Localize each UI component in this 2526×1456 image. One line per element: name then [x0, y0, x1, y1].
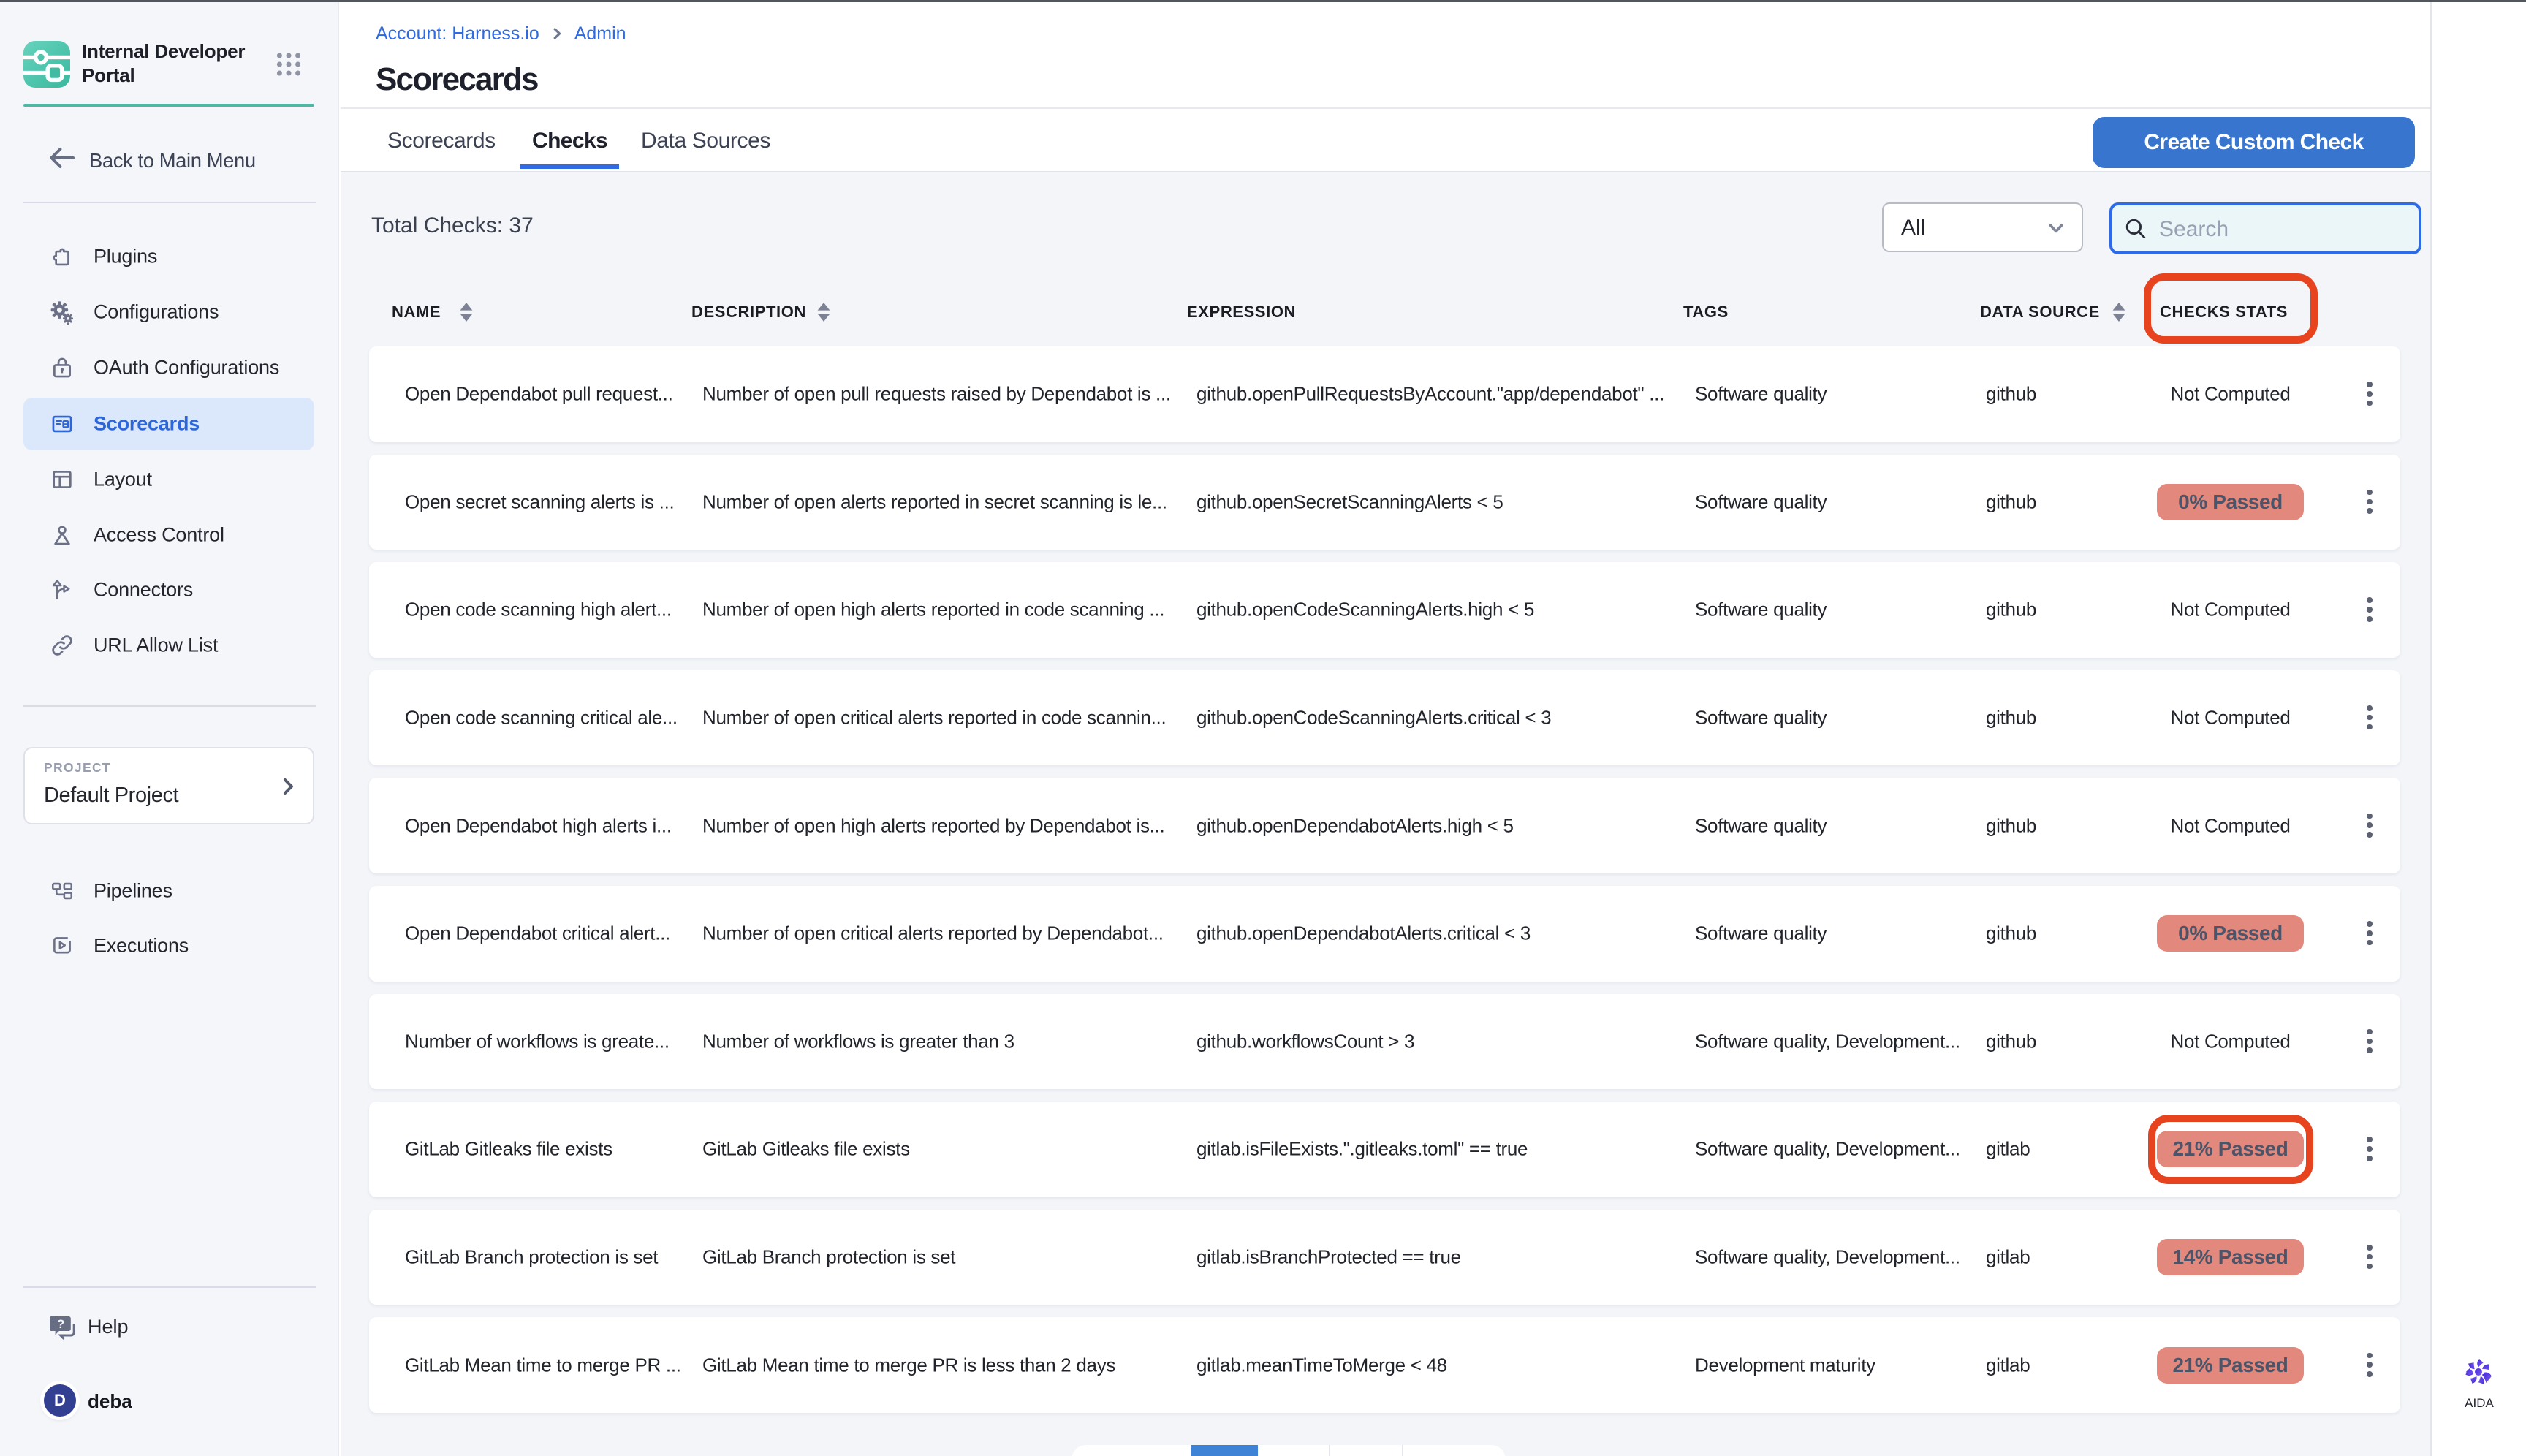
svg-text:?: ?: [57, 1317, 64, 1331]
